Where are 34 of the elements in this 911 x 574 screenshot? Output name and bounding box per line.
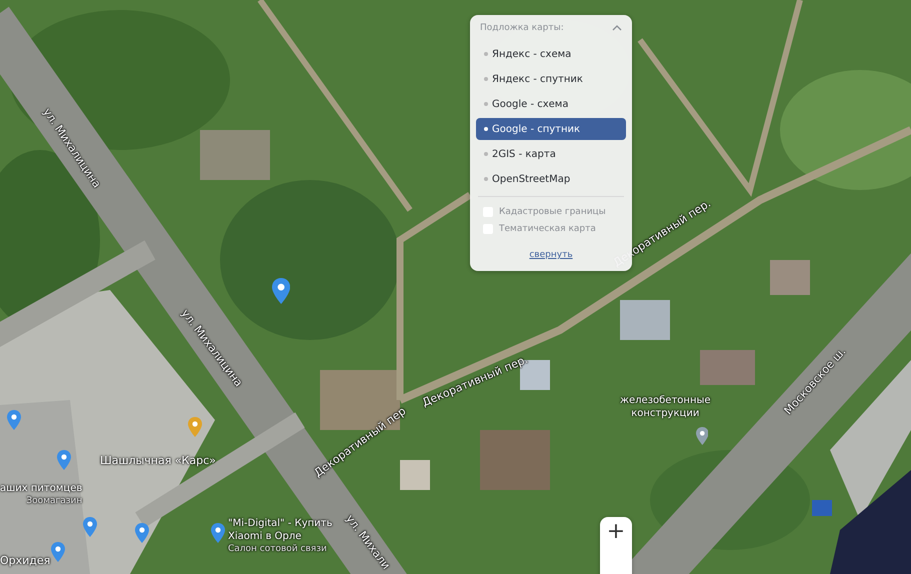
house-roof: [700, 350, 755, 385]
layer-option[interactable]: Google - схема: [476, 93, 626, 115]
bullet-icon: [484, 152, 488, 156]
layer-option[interactable]: 2GIS - карта: [476, 143, 626, 165]
bullet-icon: [484, 102, 488, 106]
bullet-icon: [484, 77, 488, 81]
bullet-icon: [484, 127, 488, 131]
map-pin-icon[interactable]: [83, 517, 97, 537]
panel-title: Подложка карты:: [480, 23, 564, 33]
map-pin-icon[interactable]: [211, 523, 225, 543]
place-label: железобетонные конструкции: [620, 394, 711, 420]
map-pin-icon[interactable]: [272, 278, 290, 304]
layer-option[interactable]: Яндекс - схема: [476, 43, 626, 65]
layer-option[interactable]: Яндекс - спутник: [476, 68, 626, 90]
place-label: Орхидея: [0, 554, 50, 567]
map-pin-icon[interactable]: [135, 523, 149, 543]
collapse-link[interactable]: свернуть: [529, 250, 573, 260]
bullet-icon: [484, 177, 488, 181]
house-roof: [770, 260, 810, 295]
layer-option[interactable]: OpenStreetMap: [476, 168, 626, 190]
chevron-up-icon[interactable]: [612, 25, 622, 31]
map-pin-icon[interactable]: [57, 450, 71, 470]
map-pin-icon[interactable]: [696, 427, 708, 445]
house-roof: [200, 130, 270, 180]
house-roof: [480, 430, 550, 490]
bullet-icon: [484, 52, 488, 56]
map-pin-icon[interactable]: [51, 542, 65, 562]
zoom-in-button[interactable]: +: [600, 517, 632, 574]
layer-option[interactable]: Google - спутник: [476, 118, 626, 140]
place-label: "Mi-Digital" - Купить Xiaomi в Орле Салон сотовой связи: [228, 517, 332, 556]
house-roof: [400, 460, 430, 490]
map-pin-icon[interactable]: [7, 410, 21, 430]
house-roof: [620, 300, 670, 340]
place-label: аших питомцев Зоомагазин: [0, 482, 82, 508]
